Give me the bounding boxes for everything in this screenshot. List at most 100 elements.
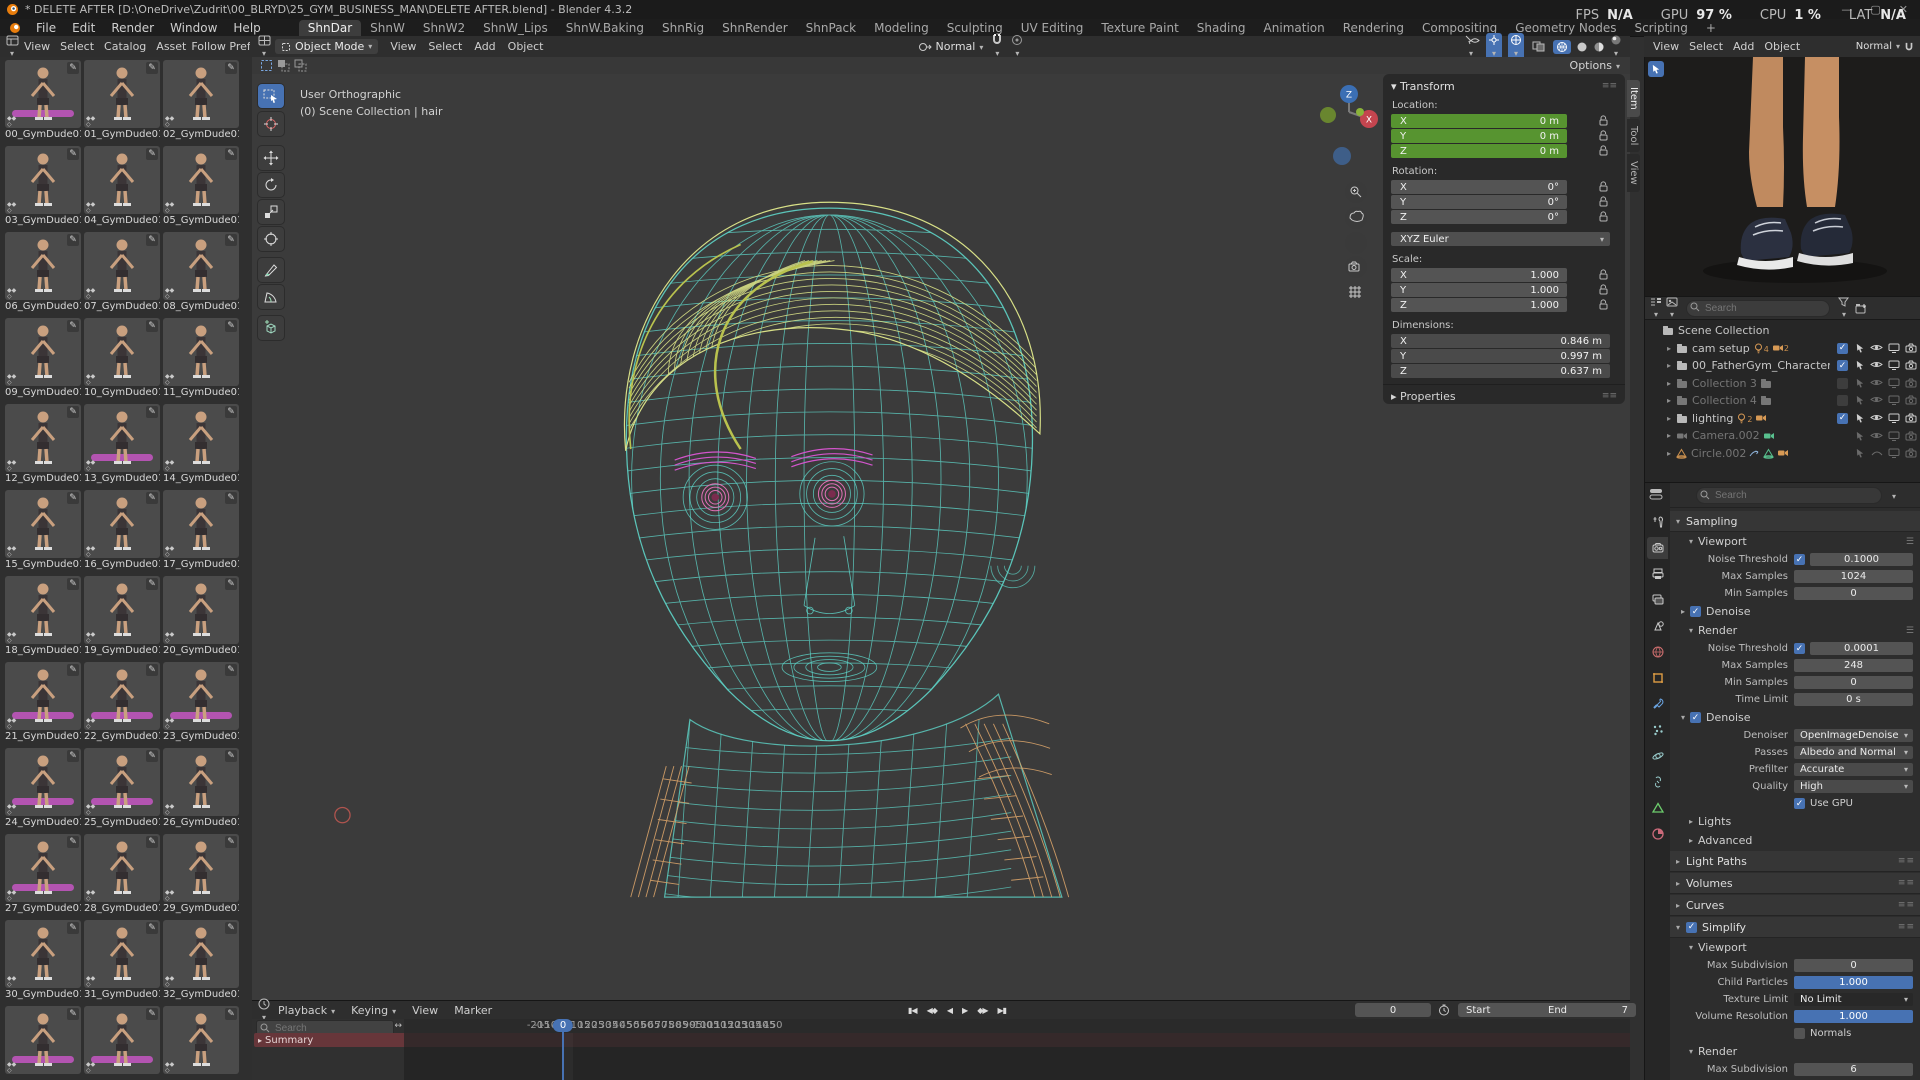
edit-asset-icon[interactable]: ✎ — [146, 62, 158, 74]
property-row-prefilter[interactable]: PrefilterAccurate — [1670, 762, 1920, 777]
sidebar-tab-view[interactable]: View — [1627, 154, 1640, 192]
camera-viewport-menu-select[interactable]: Select — [1684, 40, 1728, 53]
subpanel-header-render[interactable]: ▾Render — [1670, 1043, 1920, 1060]
asset-item[interactable]: ✎ ◆◆◇ 23_GymDude01... — [163, 662, 239, 744]
property-row-quality[interactable]: QualityHigh — [1670, 779, 1920, 794]
asset-item[interactable]: ✎ ◆◆◇ 13_GymDude01... — [84, 404, 160, 486]
select-subtract-mode[interactable] — [294, 59, 307, 72]
current-frame-indicator[interactable]: 0 — [553, 1019, 573, 1032]
asset-item[interactable]: ✎ ◆◆◇ 32_GymDude01... — [163, 920, 239, 1002]
toggle-panel-denoise[interactable]: ▾✓Denoise — [1670, 709, 1920, 726]
toggle-panel-denoise[interactable]: ▸✓Denoise — [1670, 603, 1920, 620]
edit-asset-icon[interactable]: ✎ — [225, 492, 237, 504]
lock-icon[interactable] — [1599, 115, 1608, 126]
value-field[interactable]: 6 — [1794, 1063, 1913, 1076]
asset-item[interactable]: ✎ ◆◆◇ 07_GymDude01... — [84, 232, 160, 314]
expand-arrow-icon[interactable]: ▸ — [1663, 396, 1675, 405]
panel-header-curves[interactable]: ▸Curves≡≡ — [1670, 895, 1920, 916]
timeline-menu-keying[interactable]: Keying — [343, 1004, 404, 1017]
asset-item[interactable]: ✎ ◆◆◇ 12_GymDude01... — [5, 404, 81, 486]
edit-asset-icon[interactable]: ✎ — [225, 664, 237, 676]
mode-dropdown[interactable]: Object Mode — [275, 39, 378, 54]
asset-item[interactable]: ✎ ◆◆◇ 26_GymDude01... — [163, 748, 239, 830]
menu-render[interactable]: Render — [103, 21, 162, 35]
orthographic-toggle-button[interactable] — [1345, 256, 1367, 278]
panel-header-light-paths[interactable]: ▸Light Paths≡≡ — [1670, 851, 1920, 872]
value-field[interactable]: OpenImageDenoise — [1794, 729, 1913, 742]
asset-menu-asset[interactable]: Asset — [151, 40, 191, 53]
location-y-field[interactable]: Y0 m — [1391, 129, 1567, 143]
frame-end-field[interactable]: End7 — [1540, 1003, 1636, 1017]
edit-asset-icon[interactable]: ✎ — [67, 836, 79, 848]
asset-item[interactable]: ✎ ◆◆◇ — [84, 1006, 160, 1080]
camera-toggle-icon[interactable] — [1902, 431, 1919, 441]
lock-icon[interactable] — [1599, 299, 1608, 310]
expand-arrow-icon[interactable]: ▸ — [1663, 344, 1675, 353]
edit-asset-icon[interactable]: ✎ — [67, 1008, 79, 1020]
edit-asset-icon[interactable]: ✎ — [67, 234, 79, 246]
outliner-row[interactable]: ▸lighting2✓ — [1649, 410, 1920, 427]
asset-item[interactable]: ✎ ◆◆◇ 17_GymDude01... — [163, 490, 239, 572]
value-field[interactable]: High — [1794, 780, 1913, 793]
subpanel-header-render[interactable]: ▾Render☰ — [1670, 622, 1920, 639]
lock-icon[interactable] — [1599, 130, 1608, 141]
monitor-toggle-icon[interactable] — [1885, 395, 1902, 406]
location-z-field[interactable]: Z0 m — [1391, 144, 1567, 158]
asset-item[interactable]: ✎ ◆◆◇ 11_GymDude01... — [163, 318, 239, 400]
snap-magnet-icon[interactable] — [991, 34, 1003, 59]
proportional-editing-icon[interactable] — [1011, 34, 1023, 59]
expand-arrow-icon[interactable]: ▸ — [1663, 431, 1675, 440]
workspace-tab-shnpack[interactable]: ShnPack — [797, 20, 865, 36]
editor-type-icon[interactable] — [1650, 297, 1662, 320]
monitor-toggle-icon[interactable] — [1885, 343, 1902, 354]
scale-y-field[interactable]: Y1.000 — [1391, 283, 1567, 297]
edit-asset-icon[interactable]: ✎ — [67, 320, 79, 332]
tool-select-box[interactable] — [258, 84, 284, 108]
shading-wireframe-button[interactable] — [1553, 40, 1571, 54]
property-row-max-samples[interactable]: Max Samples1024 — [1670, 569, 1920, 584]
sidebar-tab-tool[interactable]: Tool — [1627, 119, 1640, 152]
property-row-denoiser[interactable]: DenoiserOpenImageDenoise — [1670, 728, 1920, 743]
shading-material-button[interactable] — [1593, 41, 1605, 53]
asset-item[interactable]: ✎ ◆◆◇ 19_GymDude01... — [84, 576, 160, 658]
orientation-dropdown[interactable]: Normal — [1856, 41, 1900, 52]
property-row-texture-limit[interactable]: Texture LimitNo Limit — [1670, 992, 1920, 1007]
visibility-checkbox[interactable]: ✓ — [1834, 360, 1851, 371]
property-row-child-particles[interactable]: Child Particles1.000 — [1670, 975, 1920, 990]
snap-magnet-icon[interactable] — [1904, 42, 1914, 52]
asset-item[interactable]: ✎ ◆◆◇ 30_GymDude01... — [5, 920, 81, 1002]
edit-asset-icon[interactable]: ✎ — [146, 1008, 158, 1020]
value-field[interactable]: 0 — [1794, 587, 1913, 600]
asset-item[interactable]: ✎ ◆◆◇ 20_GymDude01... — [163, 576, 239, 658]
edit-asset-icon[interactable]: ✎ — [67, 664, 79, 676]
tool-rotate[interactable] — [258, 173, 284, 197]
camera-toggle-icon[interactable] — [1902, 360, 1919, 371]
subpanel-header-viewport[interactable]: ▾Viewport — [1670, 939, 1920, 956]
editor-type-icon[interactable] — [258, 35, 271, 59]
camera-viewport-menu-object[interactable]: Object — [1759, 40, 1805, 53]
edit-asset-icon[interactable]: ✎ — [146, 148, 158, 160]
property-row-min-samples[interactable]: Min Samples0 — [1670, 675, 1920, 690]
blender-app-menu-icon[interactable] — [8, 22, 22, 34]
edit-asset-icon[interactable]: ✎ — [225, 62, 237, 74]
dimensions-y-field[interactable]: Y0.997 m — [1391, 349, 1610, 363]
viewport-menu-select[interactable]: Select — [422, 40, 468, 53]
checkbox[interactable]: ✓ — [1794, 798, 1805, 809]
asset-item[interactable]: ✎ ◆◆◇ 29_GymDude01... — [163, 834, 239, 916]
workspace-tab-animation[interactable]: Animation — [1255, 20, 1334, 36]
asset-menu-view[interactable]: View — [19, 40, 55, 53]
edit-asset-icon[interactable]: ✎ — [67, 578, 79, 590]
value-field[interactable]: Albedo and Normal — [1794, 746, 1913, 759]
tool-cursor[interactable] — [258, 112, 284, 136]
tool-measure[interactable] — [258, 285, 284, 309]
dimensions-z-field[interactable]: Z0.637 m — [1391, 364, 1610, 378]
expand-arrow-icon[interactable]: ▸ — [1663, 361, 1675, 370]
lock-icon[interactable] — [1599, 181, 1608, 192]
workspace-tab-shnw-lips[interactable]: ShnW_Lips — [474, 20, 557, 36]
edit-asset-icon[interactable]: ✎ — [146, 406, 158, 418]
asset-item[interactable]: ✎ ◆◆◇ 16_GymDude01... — [84, 490, 160, 572]
edit-asset-icon[interactable]: ✎ — [146, 578, 158, 590]
edit-asset-icon[interactable]: ✎ — [67, 492, 79, 504]
workspace-tab-shnw[interactable]: ShnW — [361, 20, 414, 36]
overlays-toggle[interactable] — [1508, 33, 1524, 60]
